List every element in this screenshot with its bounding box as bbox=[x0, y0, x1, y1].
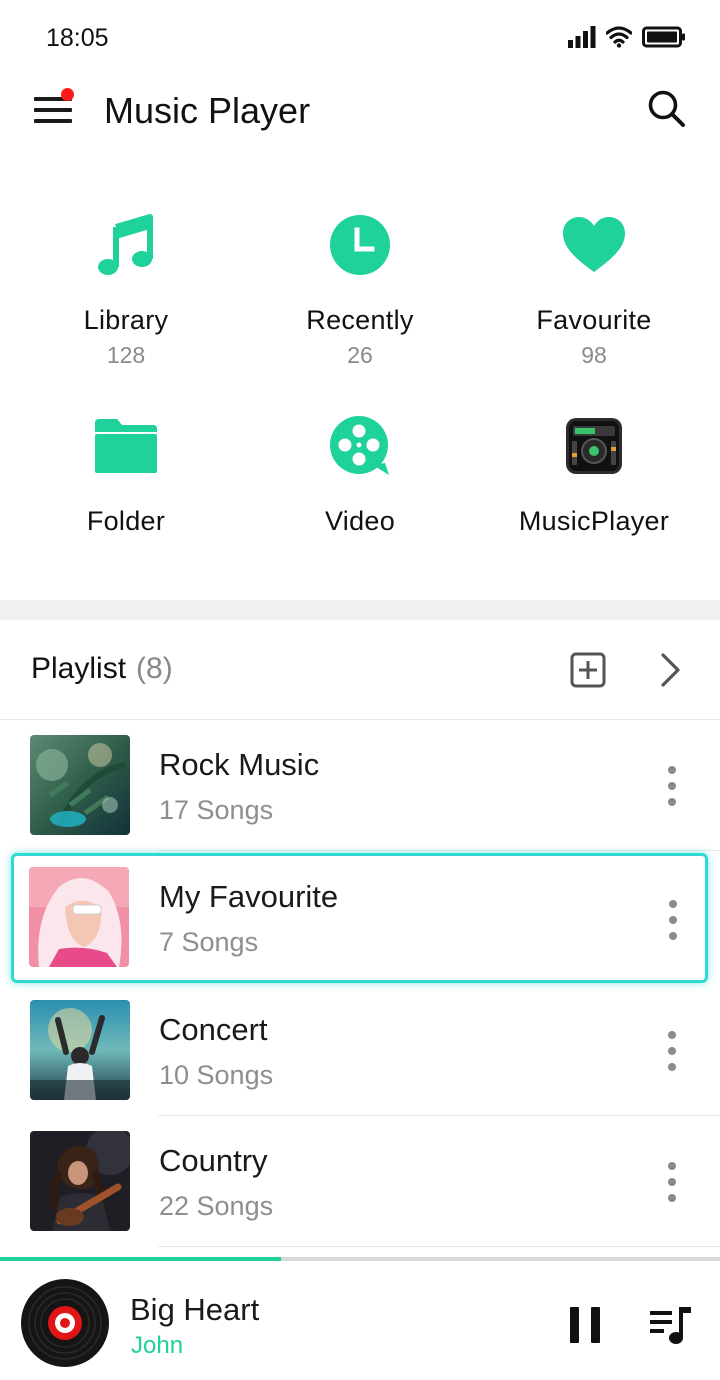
page-title: Music Player bbox=[104, 90, 311, 131]
status-icons bbox=[568, 26, 686, 48]
category-favourite[interactable]: Favourite 98 bbox=[474, 210, 714, 369]
status-bar: 18:05 bbox=[0, 0, 720, 76]
now-playing-artist: John bbox=[131, 1332, 184, 1359]
more-options-button[interactable] bbox=[662, 1031, 682, 1071]
category-label: Recently bbox=[306, 305, 414, 335]
playlist-item[interactable]: Concert 10 Songs bbox=[0, 985, 720, 1116]
vinyl-disc-icon bbox=[21, 1279, 109, 1367]
playlist-name: Rock Music bbox=[159, 747, 320, 782]
playlist-thumbnail bbox=[30, 1000, 130, 1100]
country-artwork bbox=[30, 1131, 130, 1231]
category-video[interactable]: Video bbox=[240, 411, 480, 537]
category-recently[interactable]: Recently 26 bbox=[240, 210, 480, 369]
playlist-song-count: 22 Songs bbox=[159, 1191, 274, 1221]
playlist-song-count: 10 Songs bbox=[159, 1060, 274, 1090]
playlist-name: Country bbox=[159, 1143, 268, 1178]
more-options-button[interactable] bbox=[663, 900, 683, 940]
playlist-header: Playlist (8) bbox=[0, 620, 720, 720]
playlist-name: Concert bbox=[159, 1012, 268, 1047]
more-options-button[interactable] bbox=[662, 766, 682, 806]
category-musicplayer[interactable]: MusicPlayer bbox=[474, 411, 714, 537]
pause-button[interactable] bbox=[570, 1307, 600, 1343]
playlist-count: (8) bbox=[136, 652, 173, 685]
queue-button[interactable] bbox=[648, 1305, 692, 1347]
progress-fill bbox=[0, 1257, 281, 1261]
playlist-thumbnail bbox=[30, 1131, 130, 1231]
playlist-thumbnail bbox=[29, 867, 129, 967]
film-reel-icon bbox=[330, 416, 389, 475]
app-bar: Music Player bbox=[0, 76, 720, 148]
chevron-right-icon bbox=[661, 653, 680, 687]
playlist-title-text: Playlist bbox=[31, 652, 127, 685]
mini-player[interactable]: Big Heart John bbox=[0, 1257, 720, 1380]
add-playlist-button[interactable] bbox=[570, 652, 606, 688]
progress-track[interactable] bbox=[0, 1257, 720, 1261]
playlist-title: Playlist (8) bbox=[31, 652, 173, 686]
pause-icon bbox=[570, 1307, 579, 1343]
add-box-icon bbox=[570, 652, 606, 688]
concert-artwork bbox=[30, 1000, 130, 1100]
my-favourite-artwork bbox=[29, 867, 129, 967]
more-vert-icon bbox=[668, 766, 676, 774]
playlist-song-count: 17 Songs bbox=[159, 795, 274, 825]
playlist-item[interactable]: Country 22 Songs bbox=[0, 1116, 720, 1247]
category-label: Favourite bbox=[536, 305, 652, 335]
playlist-song-count: 7 Songs bbox=[159, 927, 259, 957]
playlist-item-selected[interactable]: My Favourite 7 Songs bbox=[11, 853, 708, 983]
folder-icon bbox=[95, 419, 157, 473]
dj-deck-icon bbox=[566, 418, 622, 474]
playlist-name: My Favourite bbox=[159, 879, 339, 914]
menu-button[interactable] bbox=[34, 88, 74, 130]
category-folder[interactable]: Folder bbox=[6, 411, 246, 537]
signal-icon bbox=[568, 26, 596, 48]
music-note-icon bbox=[98, 214, 153, 275]
heart-icon bbox=[563, 217, 625, 272]
section-divider bbox=[0, 600, 720, 620]
category-library[interactable]: Library 128 bbox=[6, 210, 246, 369]
rock-music-artwork bbox=[30, 735, 130, 835]
more-vert-icon bbox=[669, 900, 677, 908]
category-count: 98 bbox=[581, 342, 607, 368]
clock-icon bbox=[330, 215, 390, 275]
status-time: 18:05 bbox=[46, 24, 109, 52]
more-vert-icon bbox=[668, 1031, 676, 1039]
album-disc bbox=[21, 1279, 109, 1367]
category-count: 26 bbox=[347, 342, 373, 368]
search-button[interactable] bbox=[646, 88, 688, 130]
battery-icon bbox=[642, 26, 685, 48]
category-label: Library bbox=[83, 305, 169, 335]
category-label: MusicPlayer bbox=[518, 506, 670, 536]
playlist-queue-icon bbox=[650, 1307, 691, 1344]
more-vert-icon bbox=[668, 1162, 676, 1170]
playlist-thumbnail bbox=[30, 735, 130, 835]
category-label: Folder bbox=[86, 506, 166, 536]
search-icon bbox=[648, 90, 685, 127]
notification-dot bbox=[61, 88, 74, 101]
wifi-icon bbox=[606, 26, 632, 48]
now-playing-title: Big Heart bbox=[130, 1292, 260, 1327]
more-options-button[interactable] bbox=[662, 1162, 682, 1202]
category-count: 128 bbox=[106, 342, 146, 368]
playlist-item[interactable]: Rock Music 17 Songs bbox=[0, 720, 720, 851]
playlist-more-button[interactable] bbox=[658, 652, 684, 688]
category-label: Video bbox=[324, 506, 396, 536]
